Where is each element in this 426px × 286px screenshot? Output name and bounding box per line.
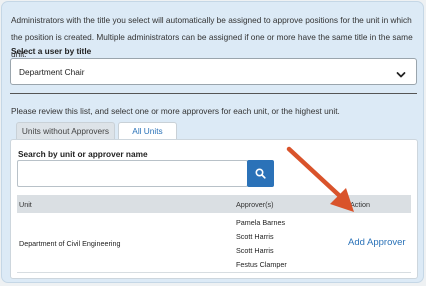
tab-units-without-approvers[interactable]: Units without Approvers — [16, 122, 115, 140]
approver-name: Pamela Barnes — [236, 218, 286, 227]
chevron-down-icon — [396, 67, 406, 78]
table-row: Department of Civil Engineering Pamela B… — [17, 214, 411, 273]
select-value: Department Chair — [19, 67, 85, 77]
callout-arrow-icon — [286, 146, 354, 212]
search-input[interactable] — [17, 160, 248, 187]
approver-settings-panel: Administrators with the title you select… — [1, 1, 424, 283]
select-label: Select a user by title — [11, 46, 92, 56]
header-unit: Unit — [19, 200, 32, 209]
approver-list: Pamela Barnes Scott Harris Scott Harris … — [236, 216, 287, 272]
divider — [10, 93, 417, 94]
add-approver-link[interactable]: Add Approver — [348, 237, 406, 248]
approver-name: Scott Harris — [236, 232, 274, 241]
search-button[interactable] — [247, 160, 274, 187]
unit-name: Department of Civil Engineering — [19, 239, 121, 248]
search-label: Search by unit or approver name — [18, 149, 148, 159]
approver-name: Festus Clamper — [236, 260, 287, 269]
tab-all-units[interactable]: All Units — [118, 122, 177, 140]
header-approvers: Approver(s) — [236, 200, 274, 209]
title-select[interactable]: Department Chair — [10, 58, 417, 85]
approver-name: Scott Harris — [236, 246, 274, 255]
search-icon — [255, 168, 266, 179]
review-text: Please review this list, and select one … — [11, 106, 340, 116]
